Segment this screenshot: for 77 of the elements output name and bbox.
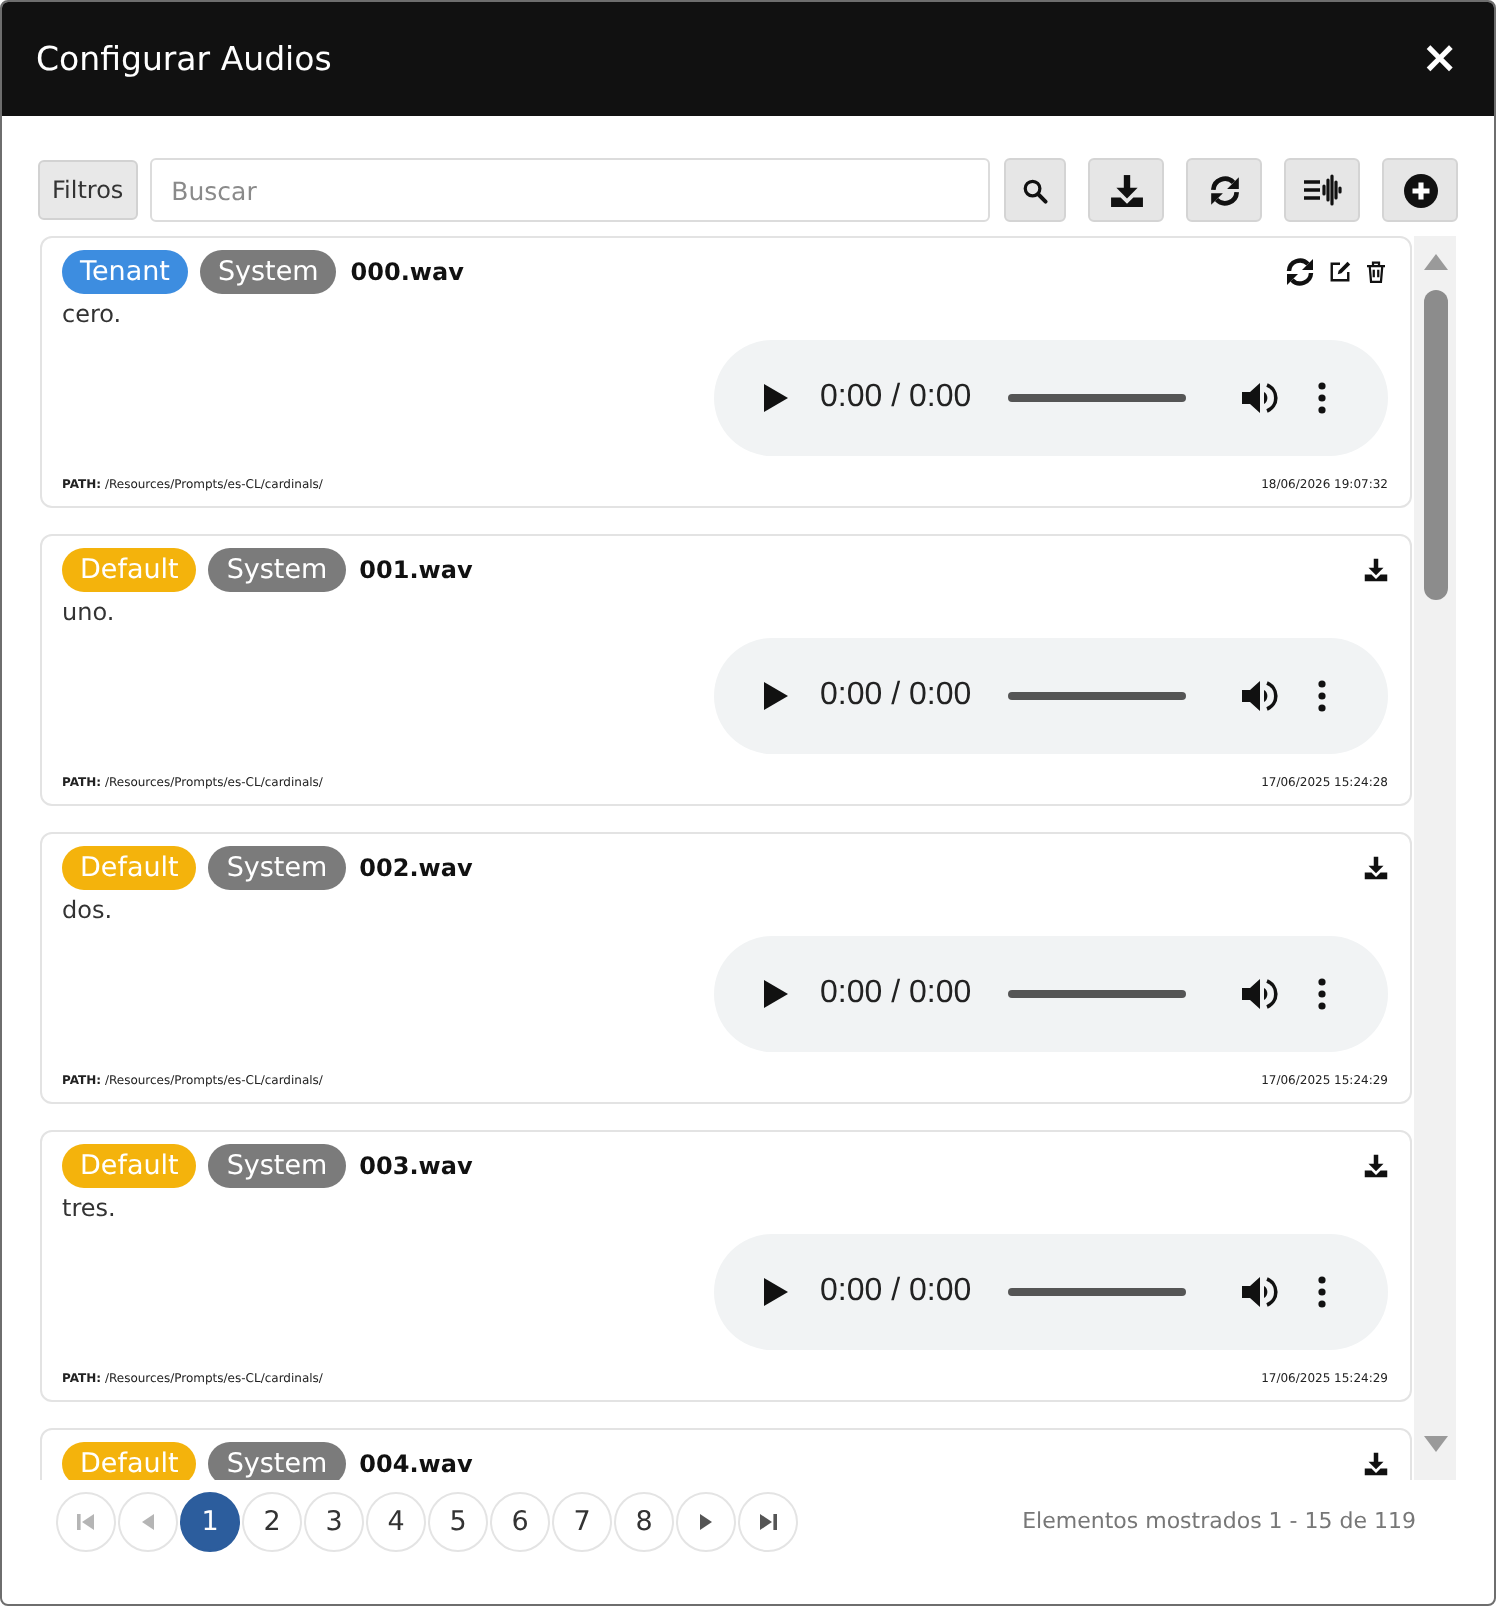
time-display: 0:00 / 0:00 bbox=[820, 678, 972, 714]
page-button[interactable]: 1 bbox=[180, 1491, 240, 1551]
play-icon[interactable] bbox=[764, 384, 788, 412]
waveform-button[interactable] bbox=[1284, 158, 1361, 222]
search-icon bbox=[1021, 177, 1048, 203]
audio-description: cero. bbox=[62, 300, 124, 328]
file-name: 003.wav bbox=[359, 1152, 473, 1180]
filters-button[interactable]: Filtros bbox=[38, 160, 138, 220]
scope-tag: System bbox=[208, 548, 346, 592]
download-button[interactable] bbox=[1088, 158, 1165, 222]
scope-tag: System bbox=[208, 846, 346, 890]
scope-tag: System bbox=[199, 250, 337, 294]
volume-icon[interactable] bbox=[1241, 1276, 1278, 1308]
refresh-icon[interactable] bbox=[1284, 256, 1316, 288]
play-icon[interactable] bbox=[764, 682, 788, 710]
next-page-button[interactable] bbox=[676, 1491, 736, 1551]
search-field[interactable]: Buscar bbox=[149, 158, 989, 222]
add-button[interactable] bbox=[1382, 158, 1458, 222]
file-name: 000.wav bbox=[350, 258, 464, 286]
refresh-icon bbox=[1207, 173, 1242, 207]
download-icon[interactable] bbox=[1364, 1154, 1388, 1178]
file-name: 004.wav bbox=[359, 1450, 473, 1478]
scope-tag: Tenant bbox=[62, 250, 188, 294]
scope-tag: System bbox=[208, 1442, 346, 1480]
audio-description: dos. bbox=[62, 896, 115, 924]
scope-tag: Default bbox=[62, 1144, 197, 1188]
download-icon[interactable] bbox=[1364, 856, 1388, 880]
page-button[interactable]: 5 bbox=[428, 1491, 488, 1551]
more-icon[interactable] bbox=[1317, 978, 1326, 1010]
audio-description: uno. bbox=[62, 598, 117, 626]
more-icon[interactable] bbox=[1317, 1276, 1326, 1308]
seek-slider[interactable] bbox=[1007, 990, 1186, 998]
download-icon[interactable] bbox=[1364, 1452, 1388, 1476]
page-button[interactable]: 6 bbox=[490, 1491, 550, 1551]
scope-tag: Default bbox=[62, 1442, 197, 1480]
seek-slider[interactable] bbox=[1007, 1288, 1186, 1296]
volume-icon[interactable] bbox=[1241, 680, 1278, 712]
seek-slider[interactable] bbox=[1007, 692, 1186, 700]
volume-icon[interactable] bbox=[1241, 382, 1278, 414]
download-icon bbox=[1109, 173, 1144, 207]
page-button[interactable]: 8 bbox=[614, 1491, 674, 1551]
close-button[interactable]: × bbox=[1415, 37, 1464, 81]
scope-tag: System bbox=[208, 1144, 346, 1188]
waveform-icon bbox=[1302, 174, 1343, 206]
skip-forward-icon bbox=[758, 1511, 778, 1531]
dialog-title: Configurar Audios bbox=[36, 40, 332, 78]
search-button[interactable] bbox=[1003, 158, 1067, 222]
edit-icon[interactable] bbox=[1328, 260, 1352, 284]
file-name: 001.wav bbox=[359, 556, 473, 584]
page-button[interactable]: 2 bbox=[242, 1491, 302, 1551]
seek-slider[interactable] bbox=[1007, 394, 1186, 402]
results-summary: Elementos mostrados 1 - 15 de 119 bbox=[1022, 1508, 1416, 1534]
more-icon[interactable] bbox=[1317, 680, 1326, 712]
volume-icon[interactable] bbox=[1241, 978, 1278, 1010]
plus-circle-icon bbox=[1403, 173, 1438, 207]
last-page-button[interactable] bbox=[738, 1491, 798, 1551]
skip-back-icon bbox=[76, 1511, 96, 1531]
refresh-button[interactable] bbox=[1186, 158, 1263, 222]
time-display: 0:00 / 0:00 bbox=[820, 976, 972, 1012]
trash-icon[interactable] bbox=[1364, 260, 1388, 284]
scrollbar-thumb[interactable] bbox=[1423, 290, 1447, 600]
time-display: 0:00 / 0:00 bbox=[820, 380, 972, 416]
scrollbar[interactable] bbox=[1414, 236, 1456, 1480]
caret-left-icon bbox=[138, 1511, 158, 1531]
more-icon[interactable] bbox=[1317, 382, 1326, 414]
file-name: 002.wav bbox=[359, 854, 473, 882]
play-icon[interactable] bbox=[764, 1278, 788, 1306]
audio-description: tres. bbox=[62, 1194, 118, 1222]
caret-right-icon bbox=[696, 1511, 716, 1531]
scope-tag: Default bbox=[62, 548, 197, 592]
time-display: 0:00 / 0:00 bbox=[820, 1274, 972, 1310]
play-icon[interactable] bbox=[764, 980, 788, 1008]
scope-tag: Default bbox=[62, 846, 197, 890]
page-button[interactable]: 4 bbox=[366, 1491, 426, 1551]
download-icon[interactable] bbox=[1364, 558, 1388, 582]
page-button[interactable]: 3 bbox=[304, 1491, 364, 1551]
page-button[interactable]: 7 bbox=[552, 1491, 612, 1551]
